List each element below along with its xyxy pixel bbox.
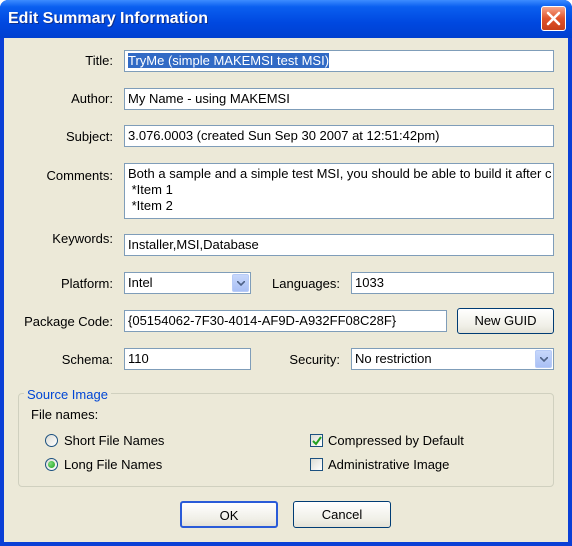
comments-line: Both a sample and a simple test MSI, you… xyxy=(128,166,552,181)
security-dropdown-button[interactable] xyxy=(535,350,552,368)
source-image-title: Source Image xyxy=(24,387,111,402)
title-label: Title: xyxy=(85,53,113,68)
dialog-body: Title: TryMe (simple MAKEMSI test MSI) A… xyxy=(4,38,568,542)
comments-line: *Item 2 xyxy=(128,198,173,213)
languages-field[interactable]: 1033 xyxy=(351,272,554,294)
long-file-names-radio[interactable] xyxy=(45,458,58,471)
security-value: No restriction xyxy=(355,351,432,366)
compressed-checkbox[interactable] xyxy=(310,434,323,447)
checkmark-icon xyxy=(312,436,322,446)
close-icon xyxy=(546,11,561,26)
author-field[interactable]: My Name - using MAKEMSI xyxy=(124,88,554,110)
long-file-names-label[interactable]: Long File Names xyxy=(64,457,162,472)
administrative-label[interactable]: Administrative Image xyxy=(328,457,449,472)
package-code-field[interactable]: {05154062-7F30-4014-AF9D-A932FF08C28F} xyxy=(124,310,447,332)
compressed-label[interactable]: Compressed by Default xyxy=(328,433,464,448)
close-button[interactable] xyxy=(541,6,566,31)
keywords-field[interactable]: Installer,MSI,Database xyxy=(124,234,554,256)
comments-field[interactable]: Both a sample and a simple test MSI, you… xyxy=(124,163,554,219)
window-title: Edit Summary Information xyxy=(8,10,209,27)
short-file-names-label[interactable]: Short File Names xyxy=(64,433,164,448)
title-field[interactable]: TryMe (simple MAKEMSI test MSI) xyxy=(124,50,554,72)
platform-dropdown-button[interactable] xyxy=(232,274,249,292)
schema-label: Schema: xyxy=(61,352,113,367)
schema-field[interactable]: 110 xyxy=(124,348,251,370)
chevron-down-icon xyxy=(237,281,245,286)
administrative-checkbox[interactable] xyxy=(310,458,323,471)
platform-label: Platform: xyxy=(60,276,113,291)
comments-line: *Item 1 xyxy=(128,182,173,197)
platform-combo[interactable]: Intel xyxy=(124,272,251,294)
short-file-names-radio[interactable] xyxy=(45,434,58,447)
platform-value: Intel xyxy=(128,275,153,290)
title-value: TryMe (simple MAKEMSI test MSI) xyxy=(128,53,330,68)
subject-field[interactable]: 3.076.0003 (created Sun Sep 30 2007 at 1… xyxy=(124,125,554,147)
dialog-window: Edit Summary Information Title: TryMe (s… xyxy=(0,0,572,546)
title-bar[interactable]: Edit Summary Information xyxy=(0,0,572,38)
author-label: Author: xyxy=(71,91,113,106)
package-code-label: Package Code: xyxy=(24,314,113,329)
security-label: Security: xyxy=(289,352,340,367)
subject-label: Subject: xyxy=(66,129,113,144)
new-guid-button[interactable]: New GUID xyxy=(457,308,554,334)
security-combo[interactable]: No restriction xyxy=(351,348,554,370)
comments-label: Comments: xyxy=(46,168,113,183)
file-names-label: File names: xyxy=(31,407,99,422)
chevron-down-icon xyxy=(540,357,548,362)
cancel-button[interactable]: Cancel xyxy=(293,501,391,528)
ok-button[interactable]: OK xyxy=(180,501,278,528)
languages-label: Languages: xyxy=(272,276,340,291)
keywords-label: Keywords: xyxy=(52,231,113,246)
